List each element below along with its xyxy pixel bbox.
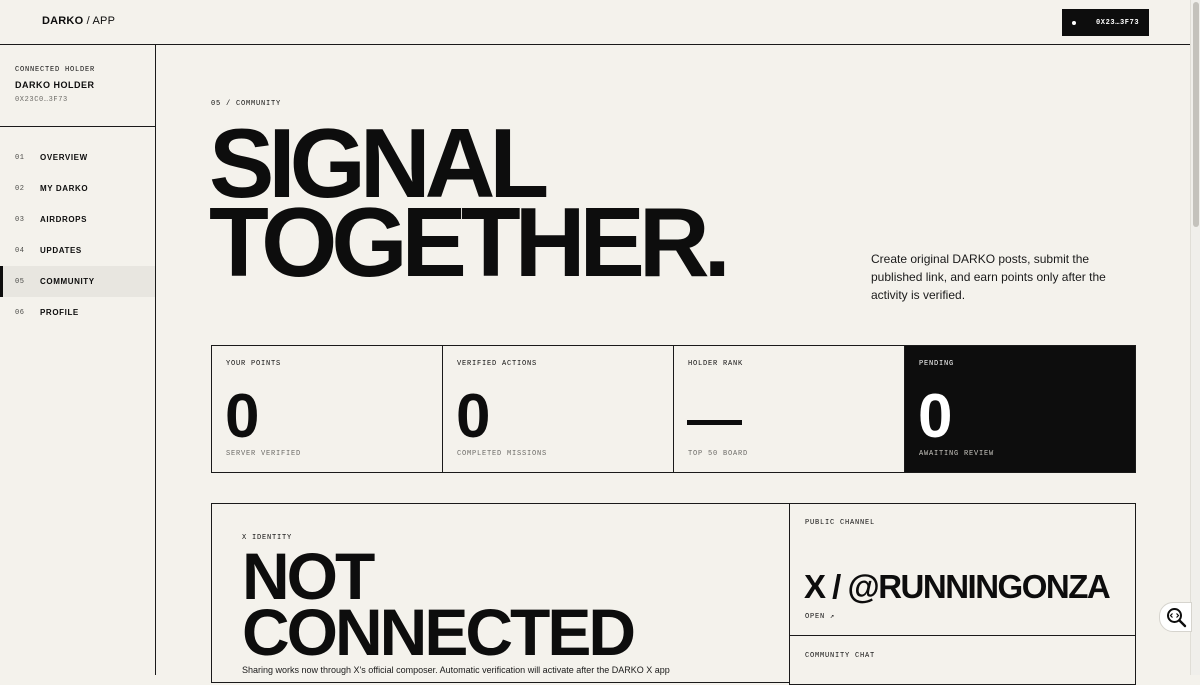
- stat-sub: SERVER VERIFIED: [226, 450, 302, 458]
- sidebar-item-airdrops[interactable]: 03 AIRDROPS: [0, 204, 155, 235]
- stat-label: VERIFIED ACTIONS: [457, 360, 538, 368]
- sidebar-item-profile[interactable]: 06 PROFILE: [0, 297, 155, 328]
- stat-value: 0: [918, 382, 953, 451]
- floating-search-button[interactable]: [1159, 602, 1192, 632]
- brand-logo[interactable]: DARKO / APP: [42, 15, 115, 27]
- nav-label: UPDATES: [40, 246, 82, 255]
- page-title: SIGNAL TOGETHER.: [209, 114, 731, 297]
- nav-number: 06: [15, 308, 25, 317]
- sidebar-nav: 01 OVERVIEW 02 MY DARKO 03 AIRDROPS 04 U…: [0, 127, 155, 328]
- channel-handle: X / @RUNNINGONZA: [804, 568, 1111, 605]
- sidebar-item-overview[interactable]: 01 OVERVIEW: [0, 142, 155, 173]
- top-bar: DARKO / APP 0X23…3F73: [0, 0, 1190, 45]
- sidebar-item-my-darko[interactable]: 02 MY DARKO: [0, 173, 155, 204]
- brand-sub: APP: [92, 15, 116, 27]
- stat-your-points: YOUR POINTS 0 SERVER VERIFIED: [212, 346, 443, 472]
- nav-number: 05: [15, 277, 25, 286]
- community-chat-card[interactable]: COMMUNITY CHAT: [789, 635, 1136, 685]
- channel-label: PUBLIC CHANNEL: [805, 519, 876, 527]
- nav-label: PROFILE: [40, 308, 79, 317]
- stat-label: HOLDER RANK: [688, 360, 744, 368]
- public-channel-card[interactable]: PUBLIC CHANNEL X / @RUNNINGONZA OPEN ↗: [789, 503, 1136, 636]
- brand-main: DARKO: [42, 15, 84, 27]
- stat-label: PENDING: [919, 360, 955, 368]
- identity-title-line-2: CONNECTED: [242, 595, 636, 669]
- chat-label: COMMUNITY CHAT: [805, 652, 876, 660]
- nav-number: 03: [15, 215, 25, 224]
- nav-number: 04: [15, 246, 25, 255]
- nav-label: AIRDROPS: [40, 215, 88, 224]
- wallet-address: 0X23…3F73: [1096, 18, 1140, 27]
- stat-sub: AWAITING REVIEW: [919, 450, 995, 458]
- sidebar: CONNECTED HOLDER DARKO HOLDER 0X23C0…3F7…: [0, 45, 156, 675]
- identity-status: NOT CONNECTED: [242, 543, 636, 669]
- status-dot-icon: [1072, 20, 1076, 25]
- holder-eyebrow: CONNECTED HOLDER: [15, 66, 96, 74]
- hero-line-2: TOGETHER.: [209, 187, 731, 297]
- sidebar-item-updates[interactable]: 04 UPDATES: [0, 235, 155, 266]
- stat-value-dash: —: [687, 420, 742, 425]
- nav-label: OVERVIEW: [40, 153, 88, 162]
- x-identity-panel: X IDENTITY NOT CONNECTED Sharing works n…: [211, 503, 790, 683]
- stat-value: 0: [225, 382, 260, 451]
- holder-address: 0X23C0…3F73: [15, 96, 68, 104]
- scrollbar-thumb[interactable]: [1193, 2, 1199, 227]
- stats-row: YOUR POINTS 0 SERVER VERIFIED VERIFIED A…: [211, 345, 1136, 473]
- stat-value: 0: [456, 382, 491, 451]
- wallet-button[interactable]: 0X23…3F73: [1062, 9, 1149, 36]
- section-label: 05 / COMMUNITY: [211, 100, 282, 108]
- stat-sub: COMPLETED MISSIONS: [457, 450, 548, 458]
- magnifier-icon: [1166, 608, 1186, 628]
- open-channel-link[interactable]: OPEN ↗: [805, 612, 835, 621]
- page-description: Create original DARKO posts, submit the …: [871, 252, 1106, 302]
- stat-pending: PENDING 0 AWAITING REVIEW: [905, 346, 1135, 472]
- stat-label: YOUR POINTS: [226, 360, 282, 368]
- nav-number: 01: [15, 153, 25, 162]
- holder-card: CONNECTED HOLDER DARKO HOLDER 0X23C0…3F7…: [0, 45, 155, 127]
- stat-holder-rank: HOLDER RANK — TOP 50 BOARD: [674, 346, 905, 472]
- nav-label: COMMUNITY: [40, 277, 95, 286]
- sidebar-item-community[interactable]: 05 COMMUNITY: [0, 266, 155, 297]
- nav-label: MY DARKO: [40, 184, 89, 193]
- brand-separator: /: [83, 15, 93, 27]
- nav-number: 02: [15, 184, 25, 193]
- identity-description: Sharing works now through X's official c…: [242, 665, 670, 675]
- stat-verified-actions: VERIFIED ACTIONS 0 COMPLETED MISSIONS: [443, 346, 674, 472]
- holder-name: DARKO HOLDER: [15, 80, 95, 90]
- scrollbar[interactable]: [1190, 0, 1200, 675]
- stat-sub: TOP 50 BOARD: [688, 450, 749, 458]
